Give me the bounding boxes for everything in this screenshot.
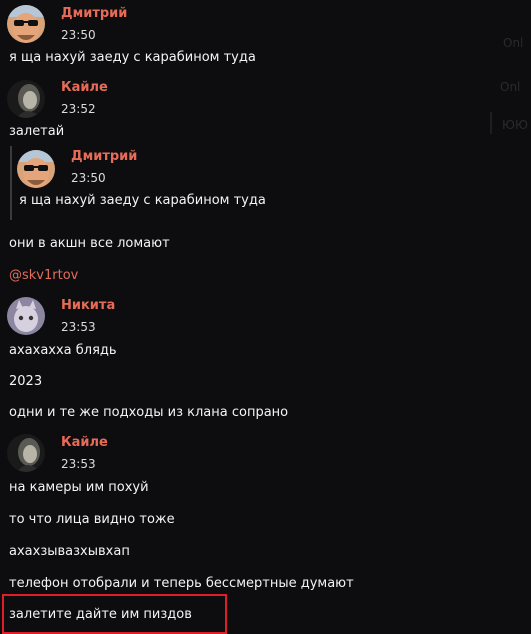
background-ghost-text: Onl [500, 80, 521, 94]
message-time: 23:53 [61, 457, 96, 471]
background-ghost-text: ЮЮ [502, 118, 528, 132]
message-text: залетай [9, 124, 65, 139]
message-text: 2023 [9, 374, 43, 389]
message-text: ахахзывазхывхап [9, 544, 130, 559]
quote-time: 23:50 [71, 171, 106, 185]
avatar-nikita[interactable] [7, 297, 45, 335]
quote-text: я ща нахуй заеду с карабином туда [19, 193, 266, 208]
message-text: они в акшн все ломают [9, 236, 170, 251]
message-text: я ща нахуй заеду с карабином туда [9, 50, 256, 65]
message-text: одни и те же подходы из клана сопрано [9, 405, 289, 420]
message-time: 23:50 [61, 28, 96, 42]
background-ghost-divider [490, 112, 492, 134]
message-time: 23:53 [61, 320, 96, 334]
author-name[interactable]: Кайле [61, 435, 108, 450]
author-name[interactable]: Никита [61, 298, 115, 313]
author-name[interactable]: Дмитрий [61, 6, 127, 21]
avatar-dmitriy[interactable] [7, 5, 45, 43]
mention-link[interactable]: @skv1rtov [9, 268, 78, 283]
avatar-kayle[interactable] [7, 434, 45, 472]
avatar-kayle[interactable] [7, 80, 45, 118]
message-text: телефон отобрали и теперь бессмертные ду… [9, 576, 354, 591]
avatar-dmitriy[interactable] [17, 150, 55, 188]
highlight-box [2, 594, 227, 634]
background-ghost-text: Onl [503, 36, 524, 50]
message-time: 23:52 [61, 102, 96, 116]
message-text: то что лица видно тоже [9, 512, 175, 527]
message-text: на камеры им похуй [9, 480, 149, 495]
quote-bar [10, 146, 12, 220]
author-name[interactable]: Кайле [61, 80, 108, 95]
quote-author-name[interactable]: Дмитрий [71, 149, 137, 164]
message-text: ахахахха блядь [9, 343, 117, 358]
